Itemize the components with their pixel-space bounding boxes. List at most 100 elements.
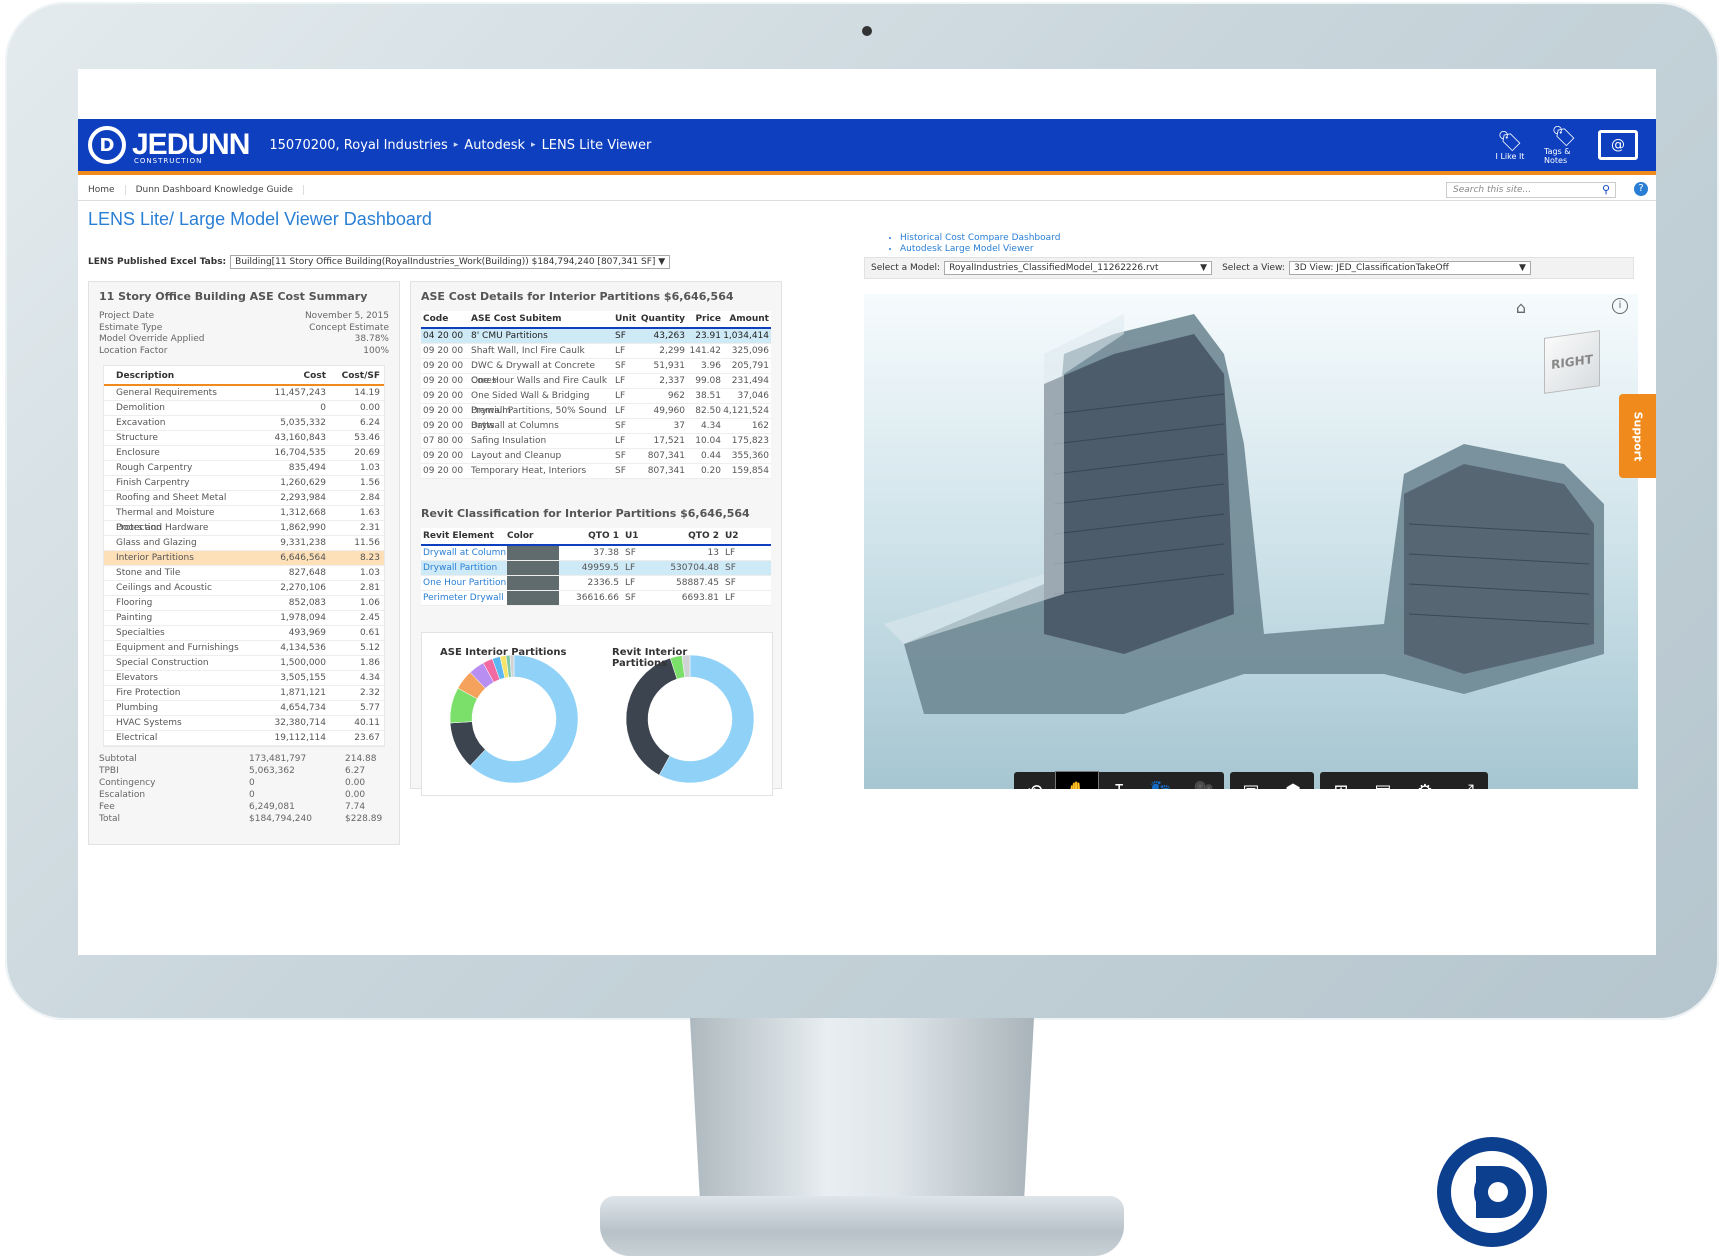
nav-home[interactable]: Home [78, 184, 126, 195]
revit-element[interactable]: Perimeter Drywall [423, 591, 507, 605]
cost-desc: Stone and Tile [116, 568, 181, 578]
view-select[interactable]: 3D View: JED_ClassificationTakeOff ▼ [1288, 261, 1531, 275]
detail-amt: 37,046 [737, 391, 770, 401]
breadcrumb-project[interactable]: 15070200, Royal Industries [269, 138, 447, 153]
search-input[interactable]: Search this site... [1446, 181, 1616, 198]
brand-logo[interactable]: D JEDUNN CONSTRUCTION [88, 126, 250, 165]
detail-row[interactable]: 09 20 00 Shaft Wall, Incl Fire Caulk LF 2,2… [421, 344, 771, 359]
cost-value: 9,331,238 [280, 538, 326, 548]
cost-row[interactable]: Finish Carpentry 1,260,629 1.56 [104, 476, 384, 491]
info-icon[interactable]: i [1612, 298, 1628, 314]
cost-desc: Flooring [116, 598, 153, 608]
cost-row[interactable]: Stone and Tile 827,648 1.03 [104, 566, 384, 581]
detail-price: 23.91 [695, 331, 721, 341]
orbit-button[interactable]: ⟲ [1014, 772, 1056, 790]
model-viewer-canvas[interactable]: ⌂ i RIGHT ⟲ ✋ ↧ 👣 🎥 ▣ ⬢ ⊞ ▤ ⚙ [864, 294, 1638, 789]
revit-row[interactable]: Perimeter Drywall 36616.66 SF 6693.81 LF [421, 591, 771, 606]
detail-row[interactable]: 09 20 00 DWC & Drywall at Concrete Cores S… [421, 359, 771, 386]
link-historical-cost[interactable]: Historical Cost Compare Dashboard [900, 233, 1060, 244]
detail-price: 0.44 [700, 451, 721, 461]
detail-row[interactable]: 09 20 00 Temporary Heat, Interiors SF 807,3… [421, 464, 771, 479]
view-cube[interactable]: RIGHT [1544, 330, 1600, 394]
pan-button[interactable]: ✋ [1055, 771, 1099, 789]
cost-row[interactable]: Enclosure 16,704,535 20.69 [104, 446, 384, 461]
camera-button[interactable]: 🎥 [1182, 772, 1224, 790]
revit-element[interactable]: One Hour Partition [423, 576, 507, 590]
cost-row[interactable]: Glass and Glazing 9,331,238 11.56 [104, 536, 384, 551]
revit-row[interactable]: Drywall Partition 49959.5 LF 530704.48 SF [421, 561, 771, 576]
search-icon[interactable]: ⚲ [1602, 183, 1610, 196]
cost-row[interactable]: Doors and Hardware 1,862,990 2.31 [104, 521, 384, 536]
i-like-it-button[interactable]: 🏷 I Like It [1490, 130, 1530, 161]
zoom-button[interactable]: ↧ [1098, 772, 1140, 790]
dropdown-arrow-icon: ▼ [1519, 263, 1526, 273]
monitor-at-icon[interactable]: @ [1598, 130, 1638, 160]
brand-sub: CONSTRUCTION [134, 157, 203, 165]
fullscreen-button[interactable]: ⤢ [1446, 772, 1488, 790]
link-large-model-viewer[interactable]: Autodesk Large Model Viewer [900, 244, 1060, 255]
model-browser-button[interactable]: ⊞ [1320, 772, 1362, 790]
cost-per-sf: 2.32 [359, 688, 380, 698]
explode-button[interactable]: ⬢ [1272, 772, 1314, 790]
cost-row[interactable]: Electrical 19,112,114 23.67 [104, 731, 384, 746]
cost-row[interactable]: Fire Protection 1,871,121 2.32 [104, 686, 384, 701]
revit-row[interactable]: One Hour Partition 2336.5 LF 58887.45 SF [421, 576, 771, 591]
walk-button[interactable]: 👣 [1140, 772, 1182, 790]
detail-sub: Layout and Cleanup [471, 451, 562, 461]
properties-button[interactable]: ▤ [1362, 772, 1404, 790]
nav-knowledge-guide[interactable]: Dunn Dashboard Knowledge Guide [126, 184, 304, 195]
detail-row[interactable]: 04 20 00 8' CMU Partitions SF 43,263 23.91 1,… [421, 329, 771, 344]
cost-per-sf: 2.45 [359, 613, 380, 623]
cost-desc: Excavation [116, 418, 166, 428]
cost-row[interactable]: Equipment and Furnishings 4,134,536 5.12 [104, 641, 384, 656]
support-tab[interactable]: Support [1619, 394, 1656, 478]
cost-row[interactable]: General Requirements 11,457,243 14.19 [104, 386, 384, 401]
revit-element[interactable]: Drywall Partition [423, 561, 507, 575]
cost-row[interactable]: Specialties 493,969 0.61 [104, 626, 384, 641]
detail-unit: SF [615, 421, 626, 431]
detail-unit: LF [615, 406, 626, 416]
cost-row[interactable]: HVAC Systems 32,380,714 40.11 [104, 716, 384, 731]
cost-row[interactable]: Elevators 3,505,155 4.34 [104, 671, 384, 686]
cost-row[interactable]: Thermal and Moisture Protection 1,312,668… [104, 506, 384, 533]
revit-u2: LF [725, 593, 736, 603]
settings-button[interactable]: ⚙ [1404, 772, 1446, 790]
cost-desc: Structure [116, 433, 158, 443]
cost-row[interactable]: Special Construction 1,500,000 1.86 [104, 656, 384, 671]
detail-row[interactable]: 09 20 00 Layout and Cleanup SF 807,341 0.44 3… [421, 449, 771, 464]
fullscreen-icon: ⤢ [1460, 781, 1474, 790]
model-select[interactable]: RoyalIndustries_ClassifiedModel_11262226… [944, 261, 1213, 275]
detail-row[interactable]: 09 20 00 Drywall Partitions, 50% Sound Ba… [421, 404, 771, 431]
revit-row[interactable]: Drywall at Column 37.38 SF 13 LF [421, 546, 771, 561]
cost-value: 852,083 [288, 598, 326, 608]
help-icon[interactable]: ? [1634, 182, 1648, 196]
cost-row[interactable]: Flooring 852,083 1.06 [104, 596, 384, 611]
cost-per-sf: 6.24 [359, 418, 380, 428]
revit-element[interactable]: Drywall at Column [423, 546, 507, 560]
cost-row[interactable]: Demolition 0 0.00 [104, 401, 384, 416]
detail-row[interactable]: 09 20 00 Drywall at Columns SF 37 4.34 162 [421, 419, 771, 434]
cost-per-sf: 4.34 [359, 673, 380, 683]
cost-row[interactable]: Painting 1,978,094 2.45 [104, 611, 384, 626]
cost-row[interactable]: Interior Partitions 6,646,564 8.23 [104, 551, 384, 566]
viewer-toolbar: ⟲ ✋ ↧ 👣 🎥 ▣ ⬢ ⊞ ▤ ⚙ ⤢ [1014, 771, 1488, 790]
detail-row[interactable]: 09 20 00 One Hour Walls and Fire Caulk LF 2… [421, 374, 771, 389]
excel-tabs-select[interactable]: Building[11 Story Office Building(RoyalI… [230, 255, 671, 269]
cost-row[interactable]: Excavation 5,035,332 6.24 [104, 416, 384, 431]
cost-row[interactable]: Rough Carpentry 835,494 1.03 [104, 461, 384, 476]
cost-value: 11,457,243 [274, 388, 326, 398]
detail-row[interactable]: 07 80 00 Safing Insulation LF 17,521 10.04 17… [421, 434, 771, 449]
cost-row[interactable]: Plumbing 4,654,734 5.77 [104, 701, 384, 716]
home-view-icon[interactable]: ⌂ [1516, 298, 1526, 317]
breadcrumb-autodesk[interactable]: Autodesk [464, 138, 525, 153]
cost-value: 1,871,121 [280, 688, 326, 698]
tags-notes-button[interactable]: 🏷 Tags & Notes [1544, 125, 1584, 165]
cost-row[interactable]: Ceilings and Acoustic 2,270,106 2.81 [104, 581, 384, 596]
cost-desc: Equipment and Furnishings [116, 643, 239, 653]
cost-row[interactable]: Roofing and Sheet Metal 2,293,984 2.84 [104, 491, 384, 506]
detail-qty: 807,341 [647, 451, 685, 461]
section-button[interactable]: ▣ [1230, 772, 1272, 790]
detail-amt: 325,096 [731, 346, 769, 356]
cost-row[interactable]: Structure 43,160,843 53.46 [104, 431, 384, 446]
detail-row[interactable]: 09 20 00 One Sided Wall & Bridging Premiu… [421, 389, 771, 416]
